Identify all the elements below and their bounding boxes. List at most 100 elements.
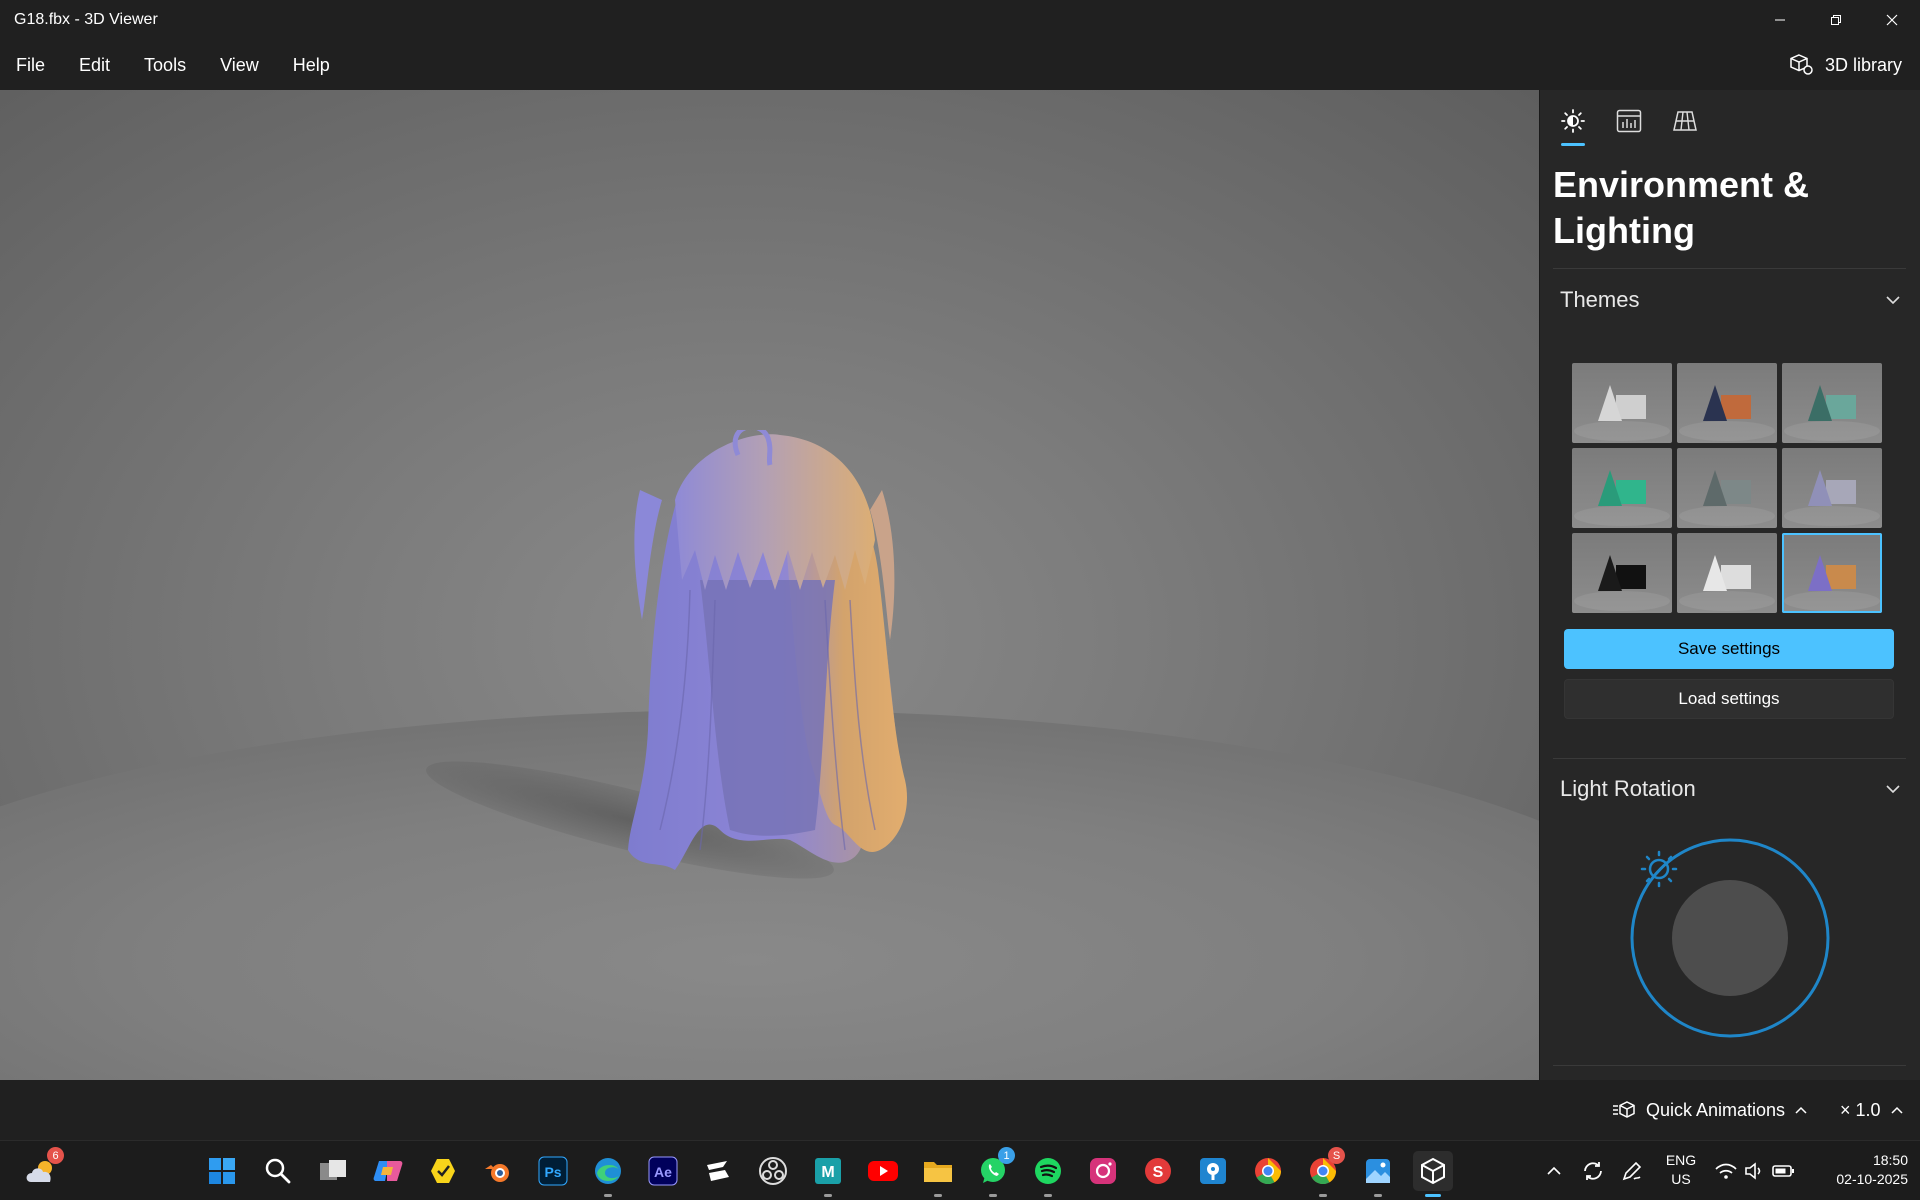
running-indicator — [1319, 1194, 1327, 1197]
search-button[interactable] — [258, 1151, 298, 1191]
weather-widget[interactable]: 6 — [22, 1147, 64, 1191]
light-rotation-header[interactable]: Light Rotation — [1560, 774, 1900, 804]
quick-animations-button[interactable]: Quick Animations — [1612, 1096, 1807, 1124]
sbi-app[interactable] — [1193, 1151, 1233, 1191]
save-settings-button[interactable]: Save settings — [1564, 629, 1894, 669]
instagram-app[interactable] — [1083, 1151, 1123, 1191]
theme-bright-white[interactable] — [1677, 533, 1777, 613]
minimize-icon — [1775, 19, 1785, 21]
language-code: ENG — [1665, 1152, 1697, 1168]
chart-stats-icon — [1616, 109, 1642, 133]
load-settings-button[interactable]: Load settings — [1564, 679, 1894, 719]
chevron-down-icon — [1886, 785, 1900, 793]
photoshop-app[interactable]: Ps — [533, 1151, 573, 1191]
rotation-sphere — [1672, 880, 1788, 996]
sync-tray-button[interactable] — [1573, 1151, 1613, 1191]
folder-icon — [924, 1162, 952, 1182]
restore-icon — [1831, 15, 1841, 25]
blender-icon — [485, 1164, 509, 1182]
divider — [1553, 1065, 1906, 1066]
grid-floor-icon — [1673, 111, 1697, 131]
theme-slate[interactable] — [1677, 448, 1777, 528]
after-effects-icon: Ae — [648, 1156, 678, 1186]
theme-teal[interactable] — [1782, 363, 1882, 443]
close-icon — [1886, 14, 1898, 26]
chrome-profile-badge: S — [1328, 1147, 1345, 1164]
theme-purple-orange[interactable] — [1782, 533, 1882, 613]
tab-stats[interactable] — [1608, 100, 1650, 142]
pen-tray-button[interactable] — [1612, 1151, 1652, 1191]
menu-help[interactable]: Help — [276, 55, 347, 76]
edge-icon — [595, 1158, 621, 1184]
youtube-app[interactable] — [863, 1151, 903, 1191]
menu-file[interactable]: File — [0, 55, 62, 76]
edge-app[interactable] — [588, 1151, 628, 1197]
tab-lighting[interactable] — [1552, 100, 1594, 146]
start-button[interactable] — [202, 1151, 242, 1191]
playback-speed-button[interactable]: × 1.0 — [1840, 1096, 1903, 1124]
capcut-app[interactable] — [698, 1151, 738, 1191]
copilot-app[interactable] — [368, 1151, 408, 1191]
blender-app[interactable] — [478, 1151, 518, 1191]
menu-tools[interactable]: Tools — [127, 55, 203, 76]
quick-settings-button[interactable] — [1708, 1151, 1808, 1191]
3d-viewer-cube-icon — [1421, 1157, 1445, 1185]
hair-model[interactable] — [620, 430, 920, 890]
spotify-app[interactable] — [1028, 1151, 1068, 1197]
running-indicator — [934, 1194, 942, 1197]
obs-app[interactable] — [753, 1151, 793, 1191]
3d-viewport[interactable] — [0, 90, 1539, 1080]
theme-lavender[interactable] — [1782, 448, 1882, 528]
menu-view[interactable]: View — [203, 55, 276, 76]
task-view-button[interactable] — [313, 1151, 353, 1191]
3d-library-label: 3D library — [1824, 54, 1902, 75]
divider — [1553, 758, 1906, 759]
menu-edit[interactable]: Edit — [62, 55, 127, 76]
animation-cube-icon — [1613, 1101, 1635, 1118]
substance-app[interactable]: S — [1138, 1151, 1178, 1191]
theme-white[interactable] — [1572, 363, 1672, 443]
minimize-button[interactable] — [1752, 0, 1808, 40]
theme-grid — [1572, 363, 1882, 613]
wifi-volume-battery-icon — [1715, 1162, 1794, 1180]
photos-icon — [1366, 1159, 1390, 1183]
running-indicator — [1425, 1194, 1441, 1197]
system-clock[interactable]: 18:50 02-10-2025 — [1808, 1151, 1908, 1189]
themes-header[interactable]: Themes — [1560, 285, 1900, 315]
file-explorer-app[interactable] — [918, 1151, 958, 1197]
light-rotation-dial[interactable] — [1630, 838, 1830, 1038]
theme-green[interactable] — [1572, 448, 1672, 528]
quick-animations-label: Quick Animations — [1646, 1099, 1786, 1120]
svg-text:S: S — [1153, 1164, 1164, 1181]
themes-label: Themes — [1560, 287, 1640, 312]
close-button[interactable] — [1864, 0, 1920, 40]
photos-app[interactable] — [1358, 1151, 1398, 1197]
chevron-up-icon — [1795, 1106, 1807, 1114]
language-indicator[interactable]: ENG US — [1662, 1151, 1700, 1189]
restore-button[interactable] — [1808, 0, 1864, 40]
shield-app-icon — [431, 1159, 455, 1183]
task-view-icon — [320, 1160, 346, 1180]
copilot-icon — [373, 1161, 403, 1181]
tab-grid[interactable] — [1664, 100, 1706, 142]
show-hidden-icons-button[interactable] — [1534, 1151, 1574, 1191]
after-effects-app[interactable]: Ae — [643, 1151, 683, 1191]
title-bar: G18.fbx - 3D Viewer — [0, 0, 1920, 40]
whatsapp-app[interactable]: 1 — [973, 1147, 1015, 1197]
chrome-icon — [1255, 1158, 1282, 1185]
theme-orange-navy[interactable] — [1677, 363, 1777, 443]
obs-icon — [759, 1157, 787, 1185]
window-title: G18.fbx - 3D Viewer — [14, 11, 158, 28]
chrome-profile-app[interactable]: S — [1303, 1147, 1345, 1197]
chrome-app[interactable] — [1248, 1151, 1288, 1191]
theme-black[interactable] — [1572, 533, 1672, 613]
running-indicator — [824, 1194, 832, 1197]
3d-viewer-app[interactable] — [1413, 1151, 1453, 1197]
svg-text:Ps: Ps — [544, 1164, 561, 1180]
norton-app[interactable] — [423, 1151, 463, 1191]
3d-library-button[interactable]: 3D library — [1789, 40, 1902, 90]
maya-app[interactable]: M — [808, 1151, 848, 1197]
windows-logo-icon — [209, 1158, 235, 1184]
taskbar: 6 Ps Ae M 1 S S ENG US 18:50 02-10-2025 — [0, 1140, 1920, 1200]
pen-icon — [1622, 1161, 1642, 1181]
